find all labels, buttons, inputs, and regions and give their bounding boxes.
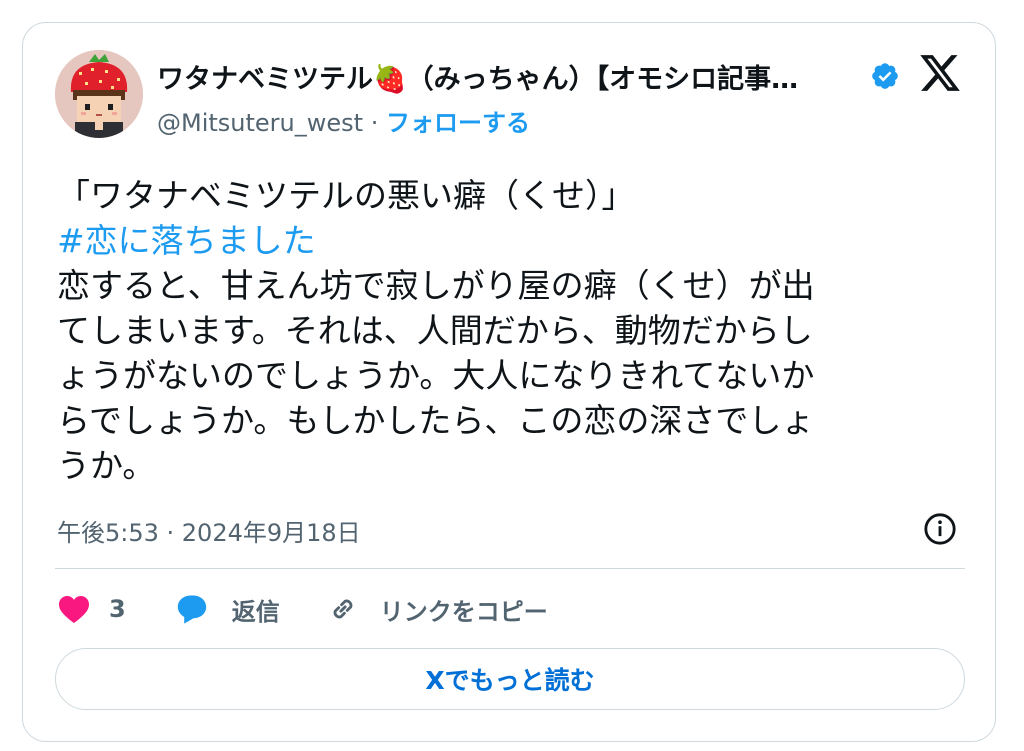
handle-separator: ·: [370, 109, 379, 137]
tweet-text-line: 恋すると、甘えん坊で寂しがり屋の癖（くせ）が出: [57, 266, 815, 305]
tweet-card: ワタナベミツテル🍓（みっちゃん）【オモシロ記事… @Mitsuteru_west…: [22, 22, 996, 742]
tweet-text-line: らでしょうか。もしかしたら、この恋の深さでしょ: [57, 401, 815, 440]
author-handle-row: @Mitsuteru_west · フォローする: [157, 103, 530, 138]
action-bar: 3 返信 リンクをコピー: [57, 589, 548, 629]
avatar[interactable]: [55, 50, 143, 138]
tweet-text-line: 「ワタナベミツテルの悪い癖（くせ）」: [57, 176, 635, 215]
copy-link-label: リンクをコピー: [379, 597, 548, 626]
divider: [55, 568, 965, 569]
tweet-text: 「ワタナベミツテルの悪い癖（くせ）」 #恋に落ちました 恋すると、甘えん坊で寂し…: [57, 173, 967, 488]
tweet-timestamp[interactable]: 午後5:53 · 2024年9月18日: [57, 513, 361, 548]
like-count: 3: [109, 595, 126, 623]
read-more-button[interactable]: Xでもっと読む: [55, 648, 965, 710]
tweet-text-line: てしまいます。それは、人間だから、動物だからし: [57, 311, 813, 350]
link-icon: [333, 599, 353, 619]
speech-bubble-icon: [177, 595, 206, 624]
like-button[interactable]: 3: [57, 594, 126, 624]
author-handle[interactable]: @Mitsuteru_west: [157, 109, 363, 137]
reply-label: 返信: [231, 597, 280, 626]
info-icon[interactable]: [923, 512, 957, 546]
avatar-image: [55, 50, 143, 138]
copy-link-button[interactable]: リンクをコピー: [326, 592, 548, 627]
tweet-text-line: うか。: [57, 446, 156, 485]
author-display-name[interactable]: ワタナベミツテル🍓（みっちゃん）【オモシロ記事…: [157, 57, 857, 96]
verified-badge-icon: [872, 63, 898, 89]
reply-button[interactable]: 返信: [174, 592, 280, 627]
x-logo-icon[interactable]: [918, 51, 962, 95]
tweet-text-line: ょうがないのでしょうか。大人になりきれてないか: [57, 356, 815, 395]
follow-button[interactable]: フォローする: [386, 109, 530, 137]
hashtag-link[interactable]: #恋に落ちました: [57, 218, 967, 263]
heart-icon: [59, 596, 89, 624]
